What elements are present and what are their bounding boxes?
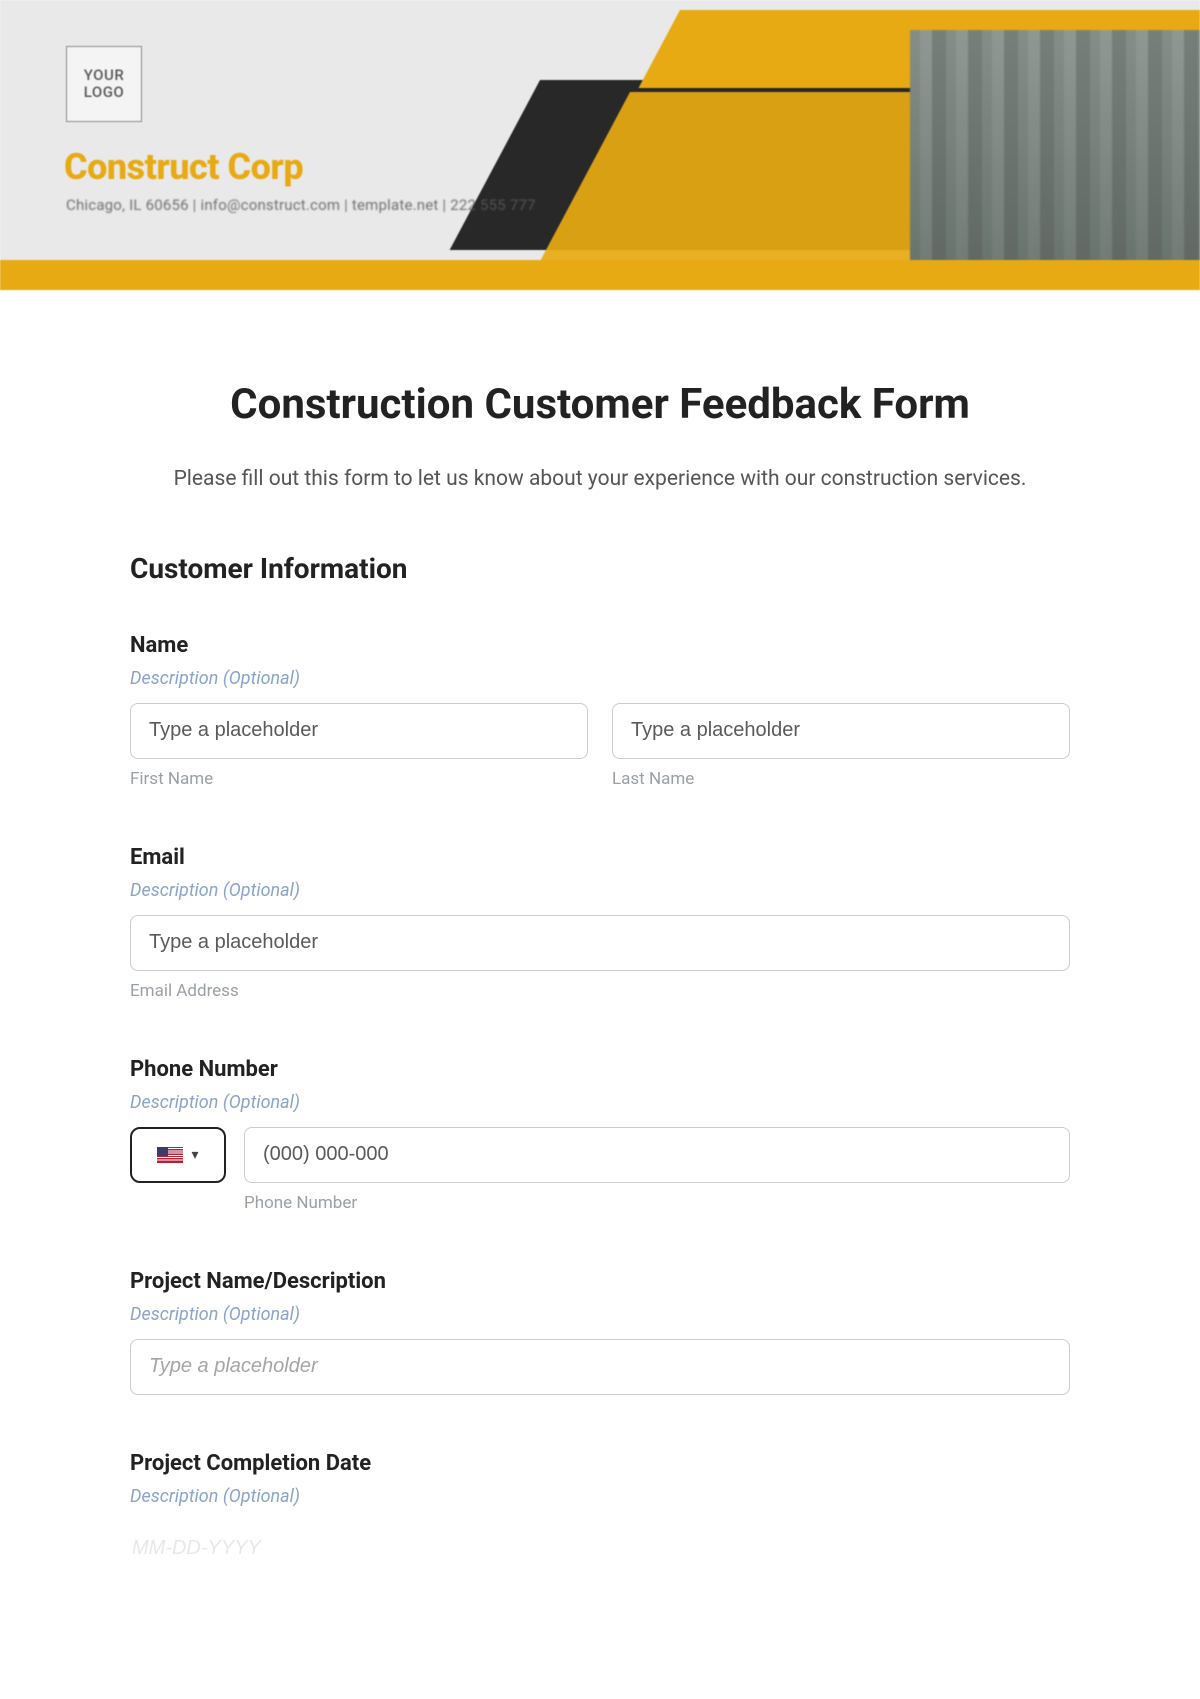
form-description: Please fill out this form to let us know… (160, 463, 1040, 496)
header-orange-strip (0, 260, 1200, 290)
sublabel-phone: Phone Number (244, 1193, 1070, 1213)
first-name-input[interactable] (130, 703, 588, 759)
field-name: Name Description (Optional) First Name L… (130, 633, 1070, 789)
label-phone: Phone Number (130, 1057, 1070, 1082)
header-angled-graphics (600, 0, 1200, 290)
logo-text: YOUR LOGO (84, 67, 125, 102)
hint-completion-date: Description (Optional) (130, 1486, 1070, 1507)
sublabel-email: Email Address (130, 981, 1070, 1001)
sublabel-first-name: First Name (130, 769, 588, 789)
company-contact-line: Chicago, IL 60656 | info@construct.com |… (66, 196, 536, 214)
form-container: Construction Customer Feedback Form Plea… (130, 290, 1070, 1627)
header-banner: YOUR LOGO Construct Corp Chicago, IL 606… (0, 0, 1200, 290)
project-input[interactable] (130, 1339, 1070, 1395)
last-name-input[interactable] (612, 703, 1070, 759)
country-code-select[interactable]: ▾ (130, 1127, 226, 1183)
hint-phone: Description (Optional) (130, 1092, 1070, 1113)
section-customer-information: Customer Information (130, 552, 1070, 585)
email-input[interactable] (130, 915, 1070, 971)
company-name: Construct Corp (64, 146, 303, 188)
field-email: Email Description (Optional) Email Addre… (130, 845, 1070, 1001)
label-name: Name (130, 633, 1070, 658)
field-phone: Phone Number Description (Optional) ▾ Ph… (130, 1057, 1070, 1213)
city-photo (910, 30, 1200, 290)
field-project: Project Name/Description Description (Op… (130, 1269, 1070, 1395)
completion-date-input[interactable] (130, 1521, 1070, 1577)
label-email: Email (130, 845, 1070, 870)
sublabel-last-name: Last Name (612, 769, 1070, 789)
chevron-down-icon: ▾ (191, 1147, 198, 1163)
hint-email: Description (Optional) (130, 880, 1070, 901)
label-completion-date: Project Completion Date (130, 1451, 1070, 1476)
hint-project: Description (Optional) (130, 1304, 1070, 1325)
logo-placeholder: YOUR LOGO (66, 46, 142, 122)
form-title: Construction Customer Feedback Form (130, 380, 1070, 429)
label-project: Project Name/Description (130, 1269, 1070, 1294)
phone-input[interactable] (244, 1127, 1070, 1183)
hint-name: Description (Optional) (130, 668, 1070, 689)
us-flag-icon (157, 1147, 183, 1163)
field-completion-date: Project Completion Date Description (Opt… (130, 1451, 1070, 1577)
